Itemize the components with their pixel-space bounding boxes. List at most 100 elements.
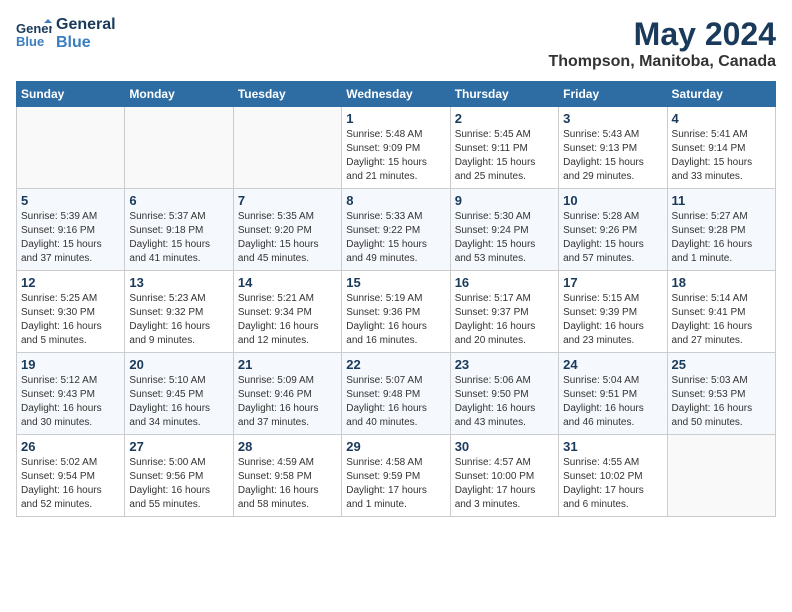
calendar-cell bbox=[233, 107, 341, 189]
day-detail: Sunrise: 5:23 AMSunset: 9:32 PMDaylight:… bbox=[129, 292, 228, 348]
calendar-cell: 4 Sunrise: 5:41 AMSunset: 9:14 PMDaylight… bbox=[667, 107, 775, 189]
calendar-cell: 28Sunrise: 4:59 AMSunset: 9:58 PMDayligh… bbox=[233, 435, 341, 517]
calendar-cell: 1 Sunrise: 5:48 AMSunset: 9:09 PMDaylight… bbox=[342, 107, 450, 189]
day-number: 10 bbox=[563, 193, 662, 208]
day-detail: Sunrise: 5:41 AMSunset: 9:14 PMDaylight:… bbox=[672, 128, 771, 184]
day-number: 28 bbox=[238, 439, 337, 454]
calendar-cell: 10 Sunrise: 5:28 AMSunset: 9:26 PMDayligh… bbox=[559, 189, 667, 271]
calendar-cell: 3 Sunrise: 5:43 AMSunset: 9:13 PMDaylight… bbox=[559, 107, 667, 189]
day-detail: Sunrise: 5:21 AMSunset: 9:34 PMDaylight:… bbox=[238, 292, 337, 348]
day-number: 1 bbox=[346, 111, 445, 126]
day-number: 16 bbox=[455, 275, 554, 290]
calendar-cell: 27Sunrise: 5:00 AMSunset: 9:56 PMDayligh… bbox=[125, 435, 233, 517]
day-number: 5 bbox=[21, 193, 120, 208]
day-number: 24 bbox=[563, 357, 662, 372]
calendar-cell: 26 Sunrise: 5:02 AMSunset: 9:54 PMDayligh… bbox=[17, 435, 125, 517]
calendar-cell bbox=[17, 107, 125, 189]
calendar-week-5: 26 Sunrise: 5:02 AMSunset: 9:54 PMDayligh… bbox=[17, 435, 776, 517]
calendar-cell: 14 Sunrise: 5:21 AMSunset: 9:34 PMDayligh… bbox=[233, 271, 341, 353]
logo-line1: General bbox=[56, 16, 116, 34]
calendar-week-2: 5 Sunrise: 5:39 AMSunset: 9:16 PMDaylight… bbox=[17, 189, 776, 271]
day-detail: Sunrise: 5:12 AMSunset: 9:43 PMDaylight:… bbox=[21, 374, 120, 430]
calendar-cell: 7 Sunrise: 5:35 AMSunset: 9:20 PMDaylight… bbox=[233, 189, 341, 271]
day-number: 26 bbox=[21, 439, 120, 454]
calendar-cell: 13 Sunrise: 5:23 AMSunset: 9:32 PMDayligh… bbox=[125, 271, 233, 353]
page-header: General Blue General Blue May 2024 Thomp… bbox=[16, 16, 776, 71]
calendar-week-3: 12Sunrise: 5:25 AMSunset: 9:30 PMDayligh… bbox=[17, 271, 776, 353]
calendar-cell: 2 Sunrise: 5:45 AMSunset: 9:11 PMDaylight… bbox=[450, 107, 558, 189]
calendar-cell: 30 Sunrise: 4:57 AMSunset: 10:00 PMDaylig… bbox=[450, 435, 558, 517]
day-number: 19 bbox=[21, 357, 120, 372]
day-number: 15 bbox=[346, 275, 445, 290]
day-number: 6 bbox=[129, 193, 228, 208]
calendar-cell: 8 Sunrise: 5:33 AMSunset: 9:22 PMDaylight… bbox=[342, 189, 450, 271]
day-number: 8 bbox=[346, 193, 445, 208]
logo: General Blue General Blue bbox=[16, 16, 116, 52]
day-number: 11 bbox=[672, 193, 771, 208]
day-number: 12 bbox=[21, 275, 120, 290]
calendar-cell: 15 Sunrise: 5:19 AMSunset: 9:36 PMDayligh… bbox=[342, 271, 450, 353]
calendar-cell: 19 Sunrise: 5:12 AMSunset: 9:43 PMDayligh… bbox=[17, 353, 125, 435]
day-detail: Sunrise: 5:30 AMSunset: 9:24 PMDaylight:… bbox=[455, 210, 554, 266]
day-number: 22 bbox=[346, 357, 445, 372]
day-number: 7 bbox=[238, 193, 337, 208]
day-number: 31 bbox=[563, 439, 662, 454]
day-number: 3 bbox=[563, 111, 662, 126]
header-cell-wednesday: Wednesday bbox=[342, 82, 450, 107]
calendar-cell: 18 Sunrise: 5:14 AMSunset: 9:41 PMDayligh… bbox=[667, 271, 775, 353]
day-detail: Sunrise: 5:27 AMSunset: 9:28 PMDaylight:… bbox=[672, 210, 771, 266]
day-number: 29 bbox=[346, 439, 445, 454]
day-detail: Sunrise: 5:10 AMSunset: 9:45 PMDaylight:… bbox=[129, 374, 228, 430]
calendar-cell: 24 Sunrise: 5:04 AMSunset: 9:51 PMDayligh… bbox=[559, 353, 667, 435]
calendar-cell: 21Sunrise: 5:09 AMSunset: 9:46 PMDayligh… bbox=[233, 353, 341, 435]
day-number: 13 bbox=[129, 275, 228, 290]
day-number: 18 bbox=[672, 275, 771, 290]
calendar-cell: 5 Sunrise: 5:39 AMSunset: 9:16 PMDaylight… bbox=[17, 189, 125, 271]
header-cell-thursday: Thursday bbox=[450, 82, 558, 107]
day-number: 4 bbox=[672, 111, 771, 126]
calendar-cell: 31Sunrise: 4:55 AMSunset: 10:02 PMDaylig… bbox=[559, 435, 667, 517]
calendar-cell: 17Sunrise: 5:15 AMSunset: 9:39 PMDayligh… bbox=[559, 271, 667, 353]
main-title: May 2024 bbox=[548, 16, 776, 53]
calendar-cell bbox=[667, 435, 775, 517]
day-detail: Sunrise: 5:48 AMSunset: 9:09 PMDaylight:… bbox=[346, 128, 445, 184]
calendar-cell: 9 Sunrise: 5:30 AMSunset: 9:24 PMDaylight… bbox=[450, 189, 558, 271]
day-number: 2 bbox=[455, 111, 554, 126]
day-detail: Sunrise: 5:45 AMSunset: 9:11 PMDaylight:… bbox=[455, 128, 554, 184]
day-detail: Sunrise: 5:06 AMSunset: 9:50 PMDaylight:… bbox=[455, 374, 554, 430]
svg-text:Blue: Blue bbox=[16, 34, 44, 49]
day-detail: Sunrise: 5:14 AMSunset: 9:41 PMDaylight:… bbox=[672, 292, 771, 348]
day-detail: Sunrise: 5:07 AMSunset: 9:48 PMDaylight:… bbox=[346, 374, 445, 430]
day-number: 30 bbox=[455, 439, 554, 454]
day-detail: Sunrise: 5:09 AMSunset: 9:46 PMDaylight:… bbox=[238, 374, 337, 430]
day-detail: Sunrise: 5:17 AMSunset: 9:37 PMDaylight:… bbox=[455, 292, 554, 348]
calendar-week-4: 19 Sunrise: 5:12 AMSunset: 9:43 PMDayligh… bbox=[17, 353, 776, 435]
calendar-cell bbox=[125, 107, 233, 189]
day-number: 14 bbox=[238, 275, 337, 290]
day-detail: Sunrise: 5:19 AMSunset: 9:36 PMDaylight:… bbox=[346, 292, 445, 348]
day-detail: Sunrise: 5:33 AMSunset: 9:22 PMDaylight:… bbox=[346, 210, 445, 266]
day-detail: Sunrise: 5:04 AMSunset: 9:51 PMDaylight:… bbox=[563, 374, 662, 430]
calendar-body: 1 Sunrise: 5:48 AMSunset: 9:09 PMDaylight… bbox=[17, 107, 776, 517]
day-detail: Sunrise: 5:03 AMSunset: 9:53 PMDaylight:… bbox=[672, 374, 771, 430]
day-detail: Sunrise: 5:02 AMSunset: 9:54 PMDaylight:… bbox=[21, 456, 120, 512]
header-row: SundayMondayTuesdayWednesdayThursdayFrid… bbox=[17, 82, 776, 107]
day-number: 27 bbox=[129, 439, 228, 454]
day-detail: Sunrise: 5:15 AMSunset: 9:39 PMDaylight:… bbox=[563, 292, 662, 348]
day-detail: Sunrise: 5:39 AMSunset: 9:16 PMDaylight:… bbox=[21, 210, 120, 266]
calendar-cell: 20Sunrise: 5:10 AMSunset: 9:45 PMDayligh… bbox=[125, 353, 233, 435]
calendar-cell: 6Sunrise: 5:37 AMSunset: 9:18 PMDaylight… bbox=[125, 189, 233, 271]
calendar-week-1: 1 Sunrise: 5:48 AMSunset: 9:09 PMDaylight… bbox=[17, 107, 776, 189]
day-detail: Sunrise: 4:58 AMSunset: 9:59 PMDaylight:… bbox=[346, 456, 445, 512]
header-cell-friday: Friday bbox=[559, 82, 667, 107]
day-detail: Sunrise: 5:43 AMSunset: 9:13 PMDaylight:… bbox=[563, 128, 662, 184]
header-cell-tuesday: Tuesday bbox=[233, 82, 341, 107]
day-detail: Sunrise: 5:35 AMSunset: 9:20 PMDaylight:… bbox=[238, 210, 337, 266]
calendar-header: SundayMondayTuesdayWednesdayThursdayFrid… bbox=[17, 82, 776, 107]
day-detail: Sunrise: 4:57 AMSunset: 10:00 PMDaylight… bbox=[455, 456, 554, 512]
day-detail: Sunrise: 5:28 AMSunset: 9:26 PMDaylight:… bbox=[563, 210, 662, 266]
calendar-table: SundayMondayTuesdayWednesdayThursdayFrid… bbox=[16, 81, 776, 517]
day-number: 23 bbox=[455, 357, 554, 372]
logo-icon: General Blue bbox=[16, 19, 52, 49]
day-number: 9 bbox=[455, 193, 554, 208]
